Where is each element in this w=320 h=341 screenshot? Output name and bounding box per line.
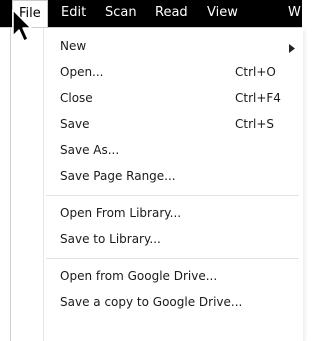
file-dropdown-menu: New Open... Ctrl+O Close Ctrl+F4 Save Ct… xyxy=(10,28,303,341)
menu-item-label: Open... xyxy=(60,65,104,79)
menu-item-open-from-google-drive[interactable]: Open from Google Drive... xyxy=(11,264,303,290)
menu-item-save-copy-to-google-drive[interactable]: Save a copy to Google Drive... xyxy=(11,290,303,316)
mouse-pointer-icon xyxy=(11,8,37,44)
menu-separator xyxy=(46,195,299,196)
menu-item-save-as[interactable]: Save As... xyxy=(11,138,303,164)
menu-edit[interactable]: Edit xyxy=(61,0,86,27)
menu-item-label: Open From Library... xyxy=(60,206,182,220)
menu-item-open[interactable]: Open... Ctrl+O xyxy=(11,60,303,86)
shortcut-open: Ctrl+O xyxy=(235,65,276,79)
menu-item-label: Open from Google Drive... xyxy=(60,269,218,283)
menu-item-label: Close xyxy=(60,91,93,105)
menu-view[interactable]: View xyxy=(207,0,238,27)
menu-item-save-to-library[interactable]: Save to Library... xyxy=(11,227,303,253)
menu-item-label: New xyxy=(60,39,87,53)
menu-scan[interactable]: Scan xyxy=(105,0,137,27)
shortcut-save: Ctrl+S xyxy=(235,117,275,131)
menu-separator xyxy=(46,258,299,259)
menu-item-label: Save a copy to Google Drive... xyxy=(60,295,243,309)
chevron-right-icon xyxy=(289,42,295,56)
menu-item-label: Save to Library... xyxy=(60,232,161,246)
menu-item-label: Save Page Range... xyxy=(60,169,176,183)
menu-item-open-from-library[interactable]: Open From Library... xyxy=(11,201,303,227)
menu-item-new[interactable]: New xyxy=(11,34,303,60)
menu-item-save[interactable]: Save Ctrl+S xyxy=(11,112,303,138)
shortcut-close: Ctrl+F4 xyxy=(235,91,281,105)
menu-item-close[interactable]: Close Ctrl+F4 xyxy=(11,86,303,112)
menu-item-label: Save As... xyxy=(60,143,120,157)
menu-bar: File Edit Scan Read View W xyxy=(0,0,302,28)
menu-item-label: Save xyxy=(60,117,90,131)
menu-window[interactable]: W xyxy=(288,0,301,27)
menu-item-save-page-range[interactable]: Save Page Range... xyxy=(11,164,303,190)
menu-read[interactable]: Read xyxy=(155,0,188,27)
